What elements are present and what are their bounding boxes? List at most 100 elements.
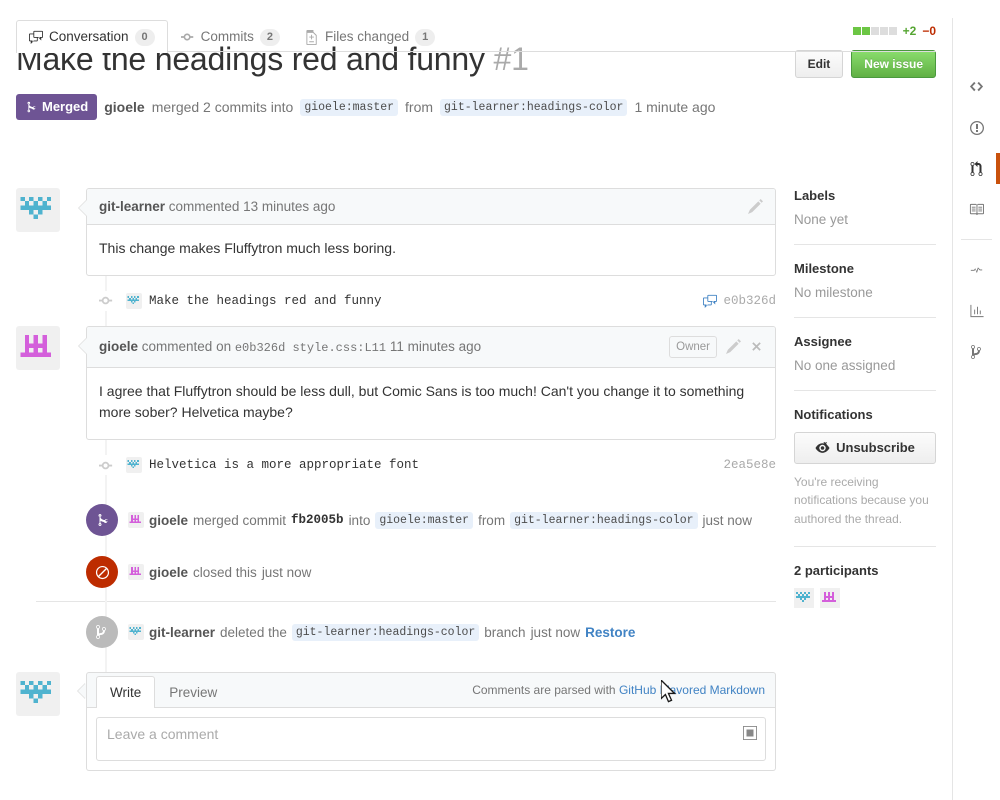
diff-icon <box>306 29 317 45</box>
avatar[interactable] <box>128 512 144 529</box>
milestone-title: Milestone <box>794 261 854 276</box>
tab-conversation[interactable]: Conversation 0 <box>16 20 168 53</box>
event-actor[interactable]: gioele <box>149 513 188 528</box>
head-branch-tag[interactable]: git-learner:headings-color <box>440 98 628 116</box>
circle-slash-icon <box>95 565 109 579</box>
event-base-branch[interactable]: gioele:master <box>375 511 474 529</box>
timeline-commit-row: Helvetica is a more appropriate font 2ea… <box>96 448 776 482</box>
avatar[interactable] <box>16 188 60 232</box>
comment-author[interactable]: git-learner <box>99 199 165 214</box>
diffstat: +2 −0 <box>852 24 936 38</box>
pencil-icon[interactable] <box>748 199 763 214</box>
commit-main: Make the headings red and funny <box>116 292 703 309</box>
assignee-title: Assignee <box>794 334 852 349</box>
diffstat-block <box>870 27 879 35</box>
owner-badge: Owner <box>669 335 717 358</box>
tab-commits[interactable]: Commits 2 <box>168 20 293 53</box>
git-commit-icon <box>98 461 112 469</box>
avatar[interactable] <box>128 564 144 581</box>
rail-spacer <box>953 18 1000 66</box>
identicon-magenta <box>128 564 144 581</box>
event-text: git-learner deleted the git-learner:head… <box>128 623 635 641</box>
event-text-before: merged commit <box>193 512 287 528</box>
close-icon[interactable] <box>750 340 763 353</box>
milestone-value[interactable]: No milestone <box>794 285 936 300</box>
diffstat-block <box>861 27 870 35</box>
markdown-note: Comments are parsed with GitHub Flavored… <box>472 683 765 698</box>
rail-item-issues[interactable] <box>953 107 1000 148</box>
comment-placeholder: Leave a comment <box>107 726 219 743</box>
event-text-before: closed this <box>193 564 257 580</box>
event-actor[interactable]: git-learner <box>149 625 215 640</box>
event-sha[interactable]: fb2005b <box>291 513 344 527</box>
tab-write[interactable]: Write <box>96 676 156 709</box>
notifications-title: Notifications <box>794 407 873 422</box>
page-body: git-learner commented 13 minutes ago Thi… <box>16 188 936 772</box>
graph-icon <box>969 304 984 318</box>
avatar[interactable] <box>820 588 840 611</box>
comment-discussion-icon[interactable] <box>703 294 718 308</box>
merger-name[interactable]: gioele <box>104 99 144 115</box>
timeline-comment: gioele commented on e0b326d style.css:L1… <box>16 325 776 441</box>
rail-item-network[interactable] <box>953 331 1000 372</box>
markdown-help-link[interactable]: GitHub Flavored Markdown <box>619 683 765 697</box>
identicon-magenta <box>16 325 60 370</box>
event-text: gioele merged commit fb2005b into gioele… <box>128 511 752 529</box>
new-issue-button[interactable]: New issue <box>851 50 936 79</box>
rail-divider <box>961 239 992 240</box>
event-actor[interactable]: gioele <box>149 565 188 580</box>
timeline-event-closed: gioele closed this just now <box>86 556 776 589</box>
commit-main: Helvetica is a more appropriate font <box>116 457 723 474</box>
participants-title: 2 participants <box>794 563 879 579</box>
comment-box: gioele commented on e0b326d style.css:L1… <box>78 325 776 441</box>
rail-item-pull-requests[interactable] <box>953 148 1000 189</box>
sidebar-divider <box>794 546 936 548</box>
diffstat-block <box>879 27 888 35</box>
rail-item-pulse[interactable] <box>953 249 1000 290</box>
unsubscribe-button[interactable]: Unsubscribe <box>794 432 936 464</box>
avatar[interactable] <box>16 672 60 717</box>
event-text-mid: into <box>348 512 371 528</box>
commit-message[interactable]: Helvetica is a more appropriate font <box>149 458 419 472</box>
avatar[interactable] <box>126 292 142 309</box>
write-preview-tabs: Write Preview <box>96 671 231 709</box>
edit-button[interactable]: Edit <box>794 50 844 79</box>
rail-item-wiki[interactable] <box>953 189 1000 230</box>
avatar[interactable] <box>794 588 814 611</box>
identicon-cyan <box>126 292 142 309</box>
comment-author[interactable]: gioele <box>99 339 138 354</box>
notifications-note: You're receiving notifications because y… <box>794 474 929 526</box>
assignee-value[interactable]: No one assigned <box>794 358 936 373</box>
fullscreen-icon[interactable] <box>743 726 757 743</box>
commit-message[interactable]: Make the headings red and funny <box>149 294 382 308</box>
rail-item-code[interactable] <box>953 66 1000 107</box>
comment-context[interactable]: e0b326d style.css:L11 <box>235 341 386 355</box>
comment-textarea[interactable]: Leave a comment <box>96 717 766 762</box>
git-commit-icon <box>180 33 193 41</box>
tab-files-changed[interactable]: Files changed 1 <box>293 20 448 53</box>
comment-form-area: Leave a comment <box>86 708 776 772</box>
sidebar-divider <box>794 317 936 318</box>
avatar[interactable] <box>126 457 142 474</box>
pencil-icon[interactable] <box>726 339 741 355</box>
base-branch-tag[interactable]: gioele:master <box>300 98 399 116</box>
event-text-before: deleted the <box>220 624 287 640</box>
rail-item-graphs[interactable] <box>953 290 1000 331</box>
commit-sha[interactable]: e0b326d <box>723 294 776 308</box>
comment-timestamp: 11 minutes ago <box>389 338 482 354</box>
commit-sha[interactable]: 2ea5e8e <box>723 458 776 472</box>
commit-dot-icon <box>96 290 116 311</box>
tab-conversation-counter: 0 <box>134 28 155 46</box>
identicon-cyan <box>16 188 60 232</box>
branch-delete-badge <box>86 616 118 649</box>
code-icon <box>969 81 984 92</box>
avatar[interactable] <box>16 325 60 370</box>
commit-dot-icon <box>96 455 116 476</box>
tab-preview[interactable]: Preview <box>155 676 231 708</box>
labels-value[interactable]: None yet <box>794 212 936 227</box>
restore-branch-link[interactable]: Restore <box>585 625 635 640</box>
avatar[interactable] <box>128 624 144 641</box>
git-merge-icon <box>27 101 36 113</box>
event-head-branch[interactable]: git-learner:headings-color <box>510 511 698 529</box>
git-branch-delete-icon <box>96 625 106 640</box>
